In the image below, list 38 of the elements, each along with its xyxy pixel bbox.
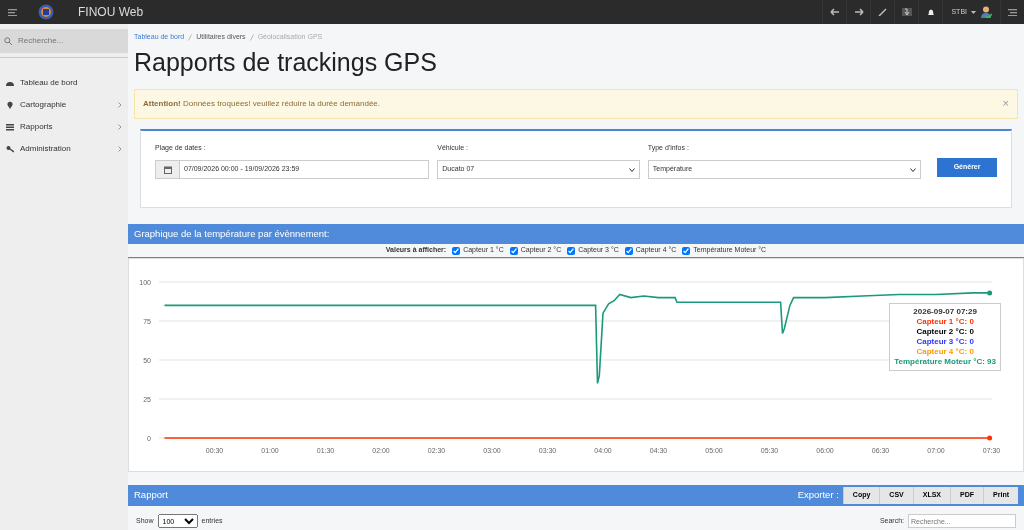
user-avatar-icon[interactable] <box>980 6 992 18</box>
gauge-icon <box>6 79 14 87</box>
key-icon <box>6 145 14 153</box>
tooltip-row: Capteur 3 °C: 0 <box>916 337 974 346</box>
alert-message: Attention! Données troquées! veuillez réduire la durée demandée. <box>143 97 380 110</box>
panel-header: Graphique de la température par évènnement: <box>128 224 1024 244</box>
data-point[interactable] <box>987 435 993 441</box>
data-point[interactable] <box>987 290 993 296</box>
sidebar-item[interactable]: Rapports <box>0 116 128 138</box>
search-icon <box>4 37 12 45</box>
list-icon <box>6 123 14 131</box>
tooltip-row: Température Moteur °C: 93 <box>894 357 996 366</box>
app-title: FINOU Web <box>78 4 144 21</box>
checkbox[interactable] <box>624 246 633 255</box>
tooltip-title: 2026-09-07 07:29 <box>912 307 978 317</box>
chevron-down-icon <box>910 167 917 172</box>
checkbox[interactable] <box>509 246 518 255</box>
sidebar-item[interactable]: Tableau de bord <box>0 72 128 94</box>
search-field[interactable]: Recherche... <box>16 34 116 48</box>
calendar-icon[interactable] <box>163 165 172 174</box>
sidebar-item[interactable]: Administration <box>0 138 128 160</box>
panel-title: Rapport <box>134 488 168 503</box>
export-label: Exporter : <box>797 488 839 503</box>
search-box[interactable]: Recherche... <box>0 29 128 53</box>
tooltip-row: Capteur 1 °C: 0 <box>916 317 974 326</box>
tooltip-row: Capteur 2 °C: 0 <box>916 327 974 336</box>
tooltip-row: Capteur 4 °C: 0 <box>916 347 974 356</box>
checkbox[interactable] <box>567 246 576 255</box>
page-title: Rapports de trackings GPS <box>134 46 438 77</box>
checkbox[interactable] <box>452 246 461 255</box>
chevron-down-icon <box>628 167 635 172</box>
breadcrumb-separator-icon <box>249 33 254 41</box>
checkbox[interactable] <box>682 246 691 255</box>
breadcrumb-separator-icon <box>188 33 193 41</box>
sidebar-item[interactable]: Cartographie <box>0 94 128 116</box>
pin-icon <box>6 101 14 109</box>
caret-icon[interactable] <box>971 10 976 14</box>
logo-icon <box>38 4 54 20</box>
